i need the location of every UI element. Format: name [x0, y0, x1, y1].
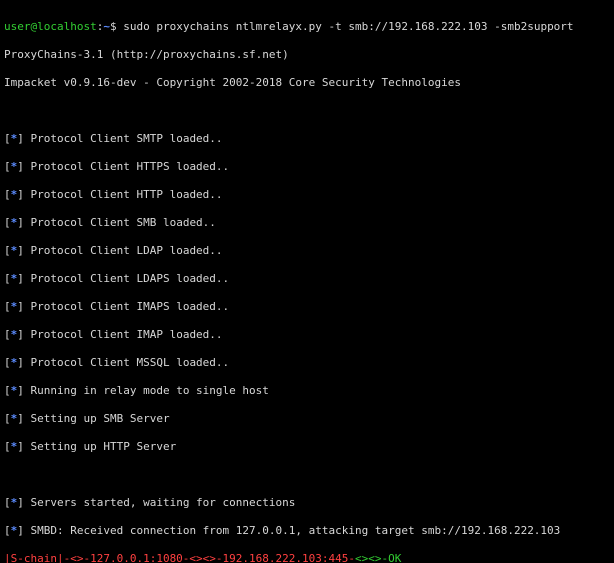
prompt-line: user@localhost:~$ sudo proxychains ntlmr…: [4, 20, 610, 34]
user-host: user@localhost: [4, 20, 97, 33]
terminal-output: user@localhost:~$ sudo proxychains ntlmr…: [0, 0, 614, 563]
log-line: [*] Protocol Client LDAP loaded..: [4, 244, 610, 258]
log-line: [*] Protocol Client IMAPS loaded..: [4, 300, 610, 314]
log-line: [*] SMBD: Received connection from 127.0…: [4, 524, 610, 538]
log-line: [*] Running in relay mode to single host: [4, 384, 610, 398]
command-text: sudo proxychains ntlmrelayx.py -t smb://…: [123, 20, 573, 33]
log-line: [*] Protocol Client HTTP loaded..: [4, 188, 610, 202]
log-line: [*] Protocol Client HTTPS loaded..: [4, 160, 610, 174]
log-line: [*] Protocol Client IMAP loaded..: [4, 328, 610, 342]
blank-line: [4, 468, 610, 482]
prompt-path: ~: [103, 20, 110, 33]
log-line: [*] Setting up HTTP Server: [4, 440, 610, 454]
log-line: [*] Protocol Client SMTP loaded..: [4, 132, 610, 146]
log-line: [*] Protocol Client MSSQL loaded..: [4, 356, 610, 370]
blank-line: [4, 104, 610, 118]
prompt-dollar: $: [110, 20, 123, 33]
log-line: [*] Servers started, waiting for connect…: [4, 496, 610, 510]
log-line: [*] Protocol Client SMB loaded..: [4, 216, 610, 230]
impacket-header: Impacket v0.9.16-dev - Copyright 2002-20…: [4, 76, 610, 90]
log-line: [*] Setting up SMB Server: [4, 412, 610, 426]
log-line: [*] Protocol Client LDAPS loaded..: [4, 272, 610, 286]
schain-line: |S-chain|-<>-127.0.0.1:1080-<><>-192.168…: [4, 552, 610, 563]
proxychains-header: ProxyChains-3.1 (http://proxychains.sf.n…: [4, 48, 610, 62]
